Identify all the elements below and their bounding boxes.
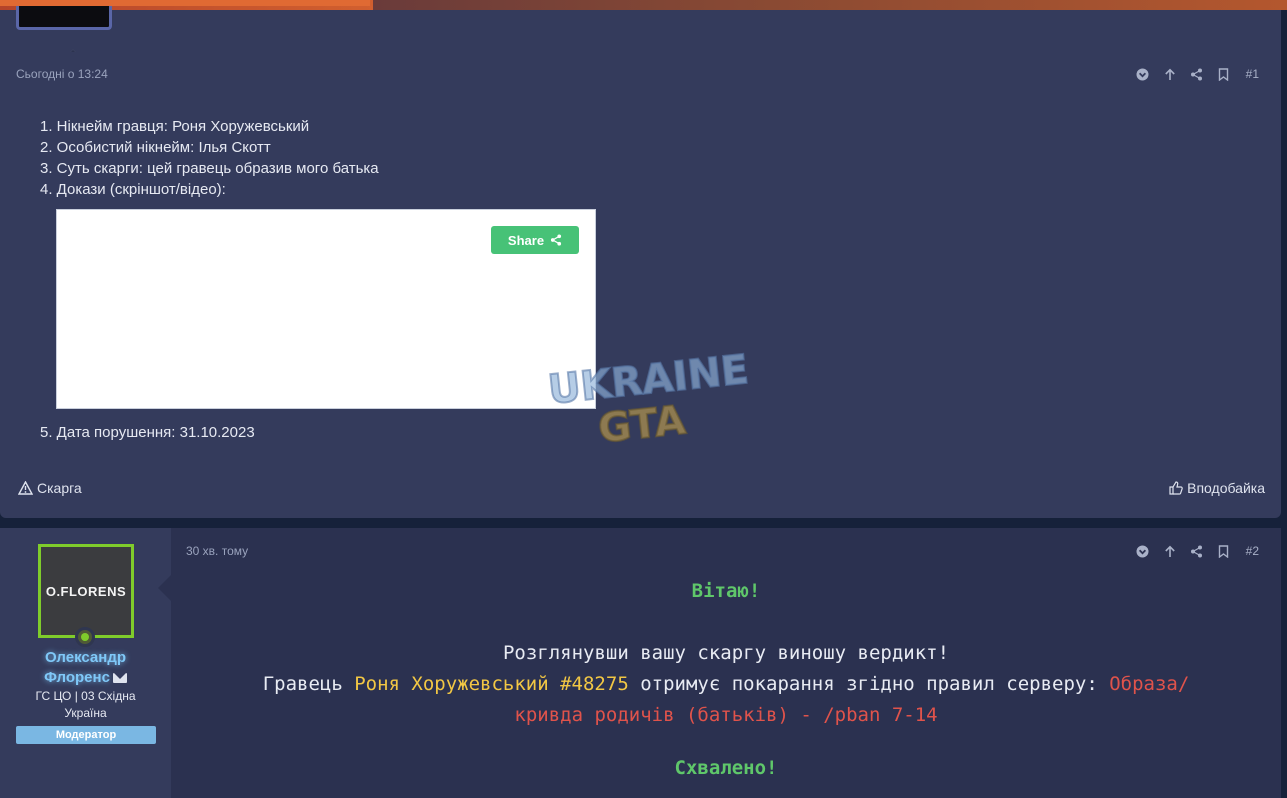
evidence-embed[interactable]: Share: [56, 209, 596, 409]
post-number-link[interactable]: #1: [1246, 67, 1259, 81]
share-button-label: Share: [507, 232, 545, 248]
like-label: Вподобайка: [1187, 480, 1265, 496]
thumbs-up-icon: [1169, 481, 1183, 495]
username-line2: Флоренс: [44, 669, 110, 686]
chevron-down-icon[interactable]: [1136, 544, 1150, 558]
previous-user-strip: [0, 6, 1281, 62]
arrow-up-icon[interactable]: [1163, 67, 1177, 81]
like-button[interactable]: Вподобайка: [1169, 480, 1265, 496]
share-icon[interactable]: [1190, 67, 1204, 81]
arrow-up-icon[interactable]: [1163, 544, 1177, 558]
online-status-icon: [75, 627, 95, 647]
punishment-reason-cont: кривда родичів (батьків) - /pban 7-14: [514, 704, 938, 726]
username-line1: Олександр: [44, 649, 127, 666]
list-item: 4. Докази (скріншот/відео):: [40, 181, 226, 198]
mail-icon[interactable]: [112, 673, 127, 684]
post-timestamp[interactable]: Сьогодні о 13:24: [16, 67, 108, 81]
share-icon: [550, 234, 562, 246]
post-2: O.FLORENS Олександр Флоренс ГС ЦО | 03 С…: [0, 528, 1281, 798]
list-item: 1. Нікнейм гравця: Роня Хоружевський: [40, 118, 310, 135]
approved-status: Схвалено!: [674, 757, 778, 779]
list-item: 5. Дата порушення: 31.10.2023: [40, 424, 255, 441]
post-actions: #2: [1136, 544, 1259, 558]
post-number-link[interactable]: #2: [1246, 544, 1259, 558]
avatar[interactable]: [16, 6, 112, 30]
user-info-panel: O.FLORENS Олександр Флоренс ГС ЦО | 03 С…: [0, 528, 171, 798]
post-1: Сьогодні о 13:24 #1 1. Нікнейм гравця: Р…: [0, 52, 1281, 518]
user-title-line1: ГС ЦО | 03 Східна: [35, 689, 136, 703]
bookmark-icon[interactable]: [1217, 544, 1231, 558]
bookmark-icon[interactable]: [1217, 67, 1231, 81]
warning-icon: [18, 481, 33, 495]
verdict-intro: Розглянувши вашу скаргу виношу вердикт!: [502, 642, 950, 664]
post-timestamp[interactable]: 30 хв. тому: [186, 544, 248, 558]
verdict-line: Гравець Роня Хоружевський #48275 отримує…: [172, 673, 1280, 695]
chevron-down-icon[interactable]: [1136, 67, 1150, 81]
player-name: Роня Хоружевський #48275: [354, 673, 629, 695]
greeting-text: Вітаю!: [691, 580, 761, 602]
caret-left: [158, 574, 172, 602]
list-item: 3. Суть скарги: цей гравець образив мого…: [40, 160, 379, 177]
punishment-reason: Образа/: [1109, 673, 1190, 695]
report-button[interactable]: Скарга: [18, 480, 82, 496]
avatar[interactable]: O.FLORENS: [38, 544, 134, 638]
avatar-text: O.FLORENS: [45, 583, 127, 599]
username-link[interactable]: Олександр Флоренс: [0, 648, 171, 688]
complaint-list: 1. Нікнейм гравця: Роня Хоружевський 2. …: [40, 116, 379, 200]
post-actions: #1: [1136, 67, 1259, 81]
moderator-badge: Модератор: [16, 726, 156, 744]
list-item: 2. Особистий нікнейм: Ілья Скотт: [40, 139, 271, 156]
top-progress-bar: [0, 0, 1287, 10]
report-label: Скарга: [37, 480, 82, 496]
user-title: ГС ЦО | 03 Східна Україна: [0, 688, 171, 722]
share-button[interactable]: Share: [491, 226, 579, 254]
share-icon[interactable]: [1190, 544, 1204, 558]
user-title-line2: Україна: [64, 706, 107, 720]
verdict-middle: отримує покарання згідно правил серверу:: [628, 673, 1110, 695]
verdict-prefix: Гравець: [262, 673, 355, 695]
